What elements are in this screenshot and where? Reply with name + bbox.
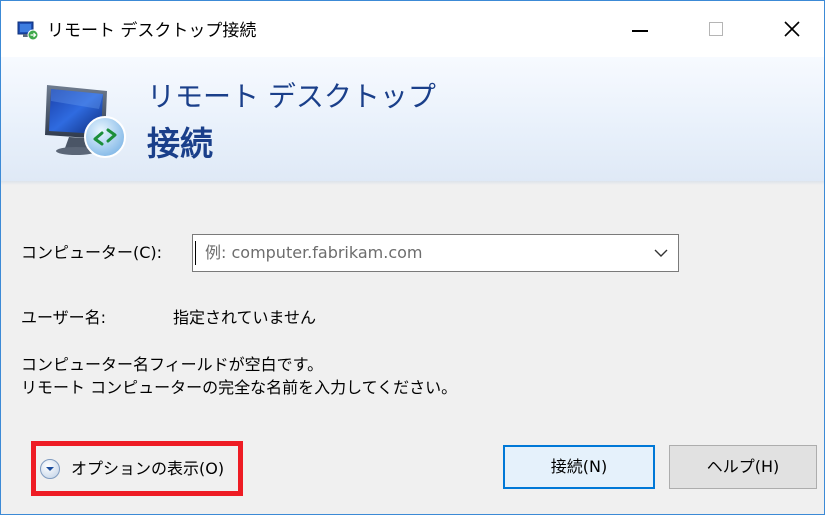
remote-desktop-icon	[17, 21, 39, 41]
message-line2: リモート コンピューターの完全な名前を入力してください。	[21, 378, 458, 397]
dropdown-arrow-icon[interactable]	[654, 248, 668, 258]
show-options-label: オプションの表示(O)	[71, 459, 225, 478]
maximize-button[interactable]	[687, 1, 745, 57]
maximize-icon	[709, 22, 723, 36]
minimize-button[interactable]	[611, 1, 669, 57]
window-title: リモート デスクトップ接続	[47, 21, 257, 41]
banner-title-line1: リモート デスクトップ	[147, 80, 436, 113]
user-label: ユーザー名:	[21, 308, 107, 327]
remote-desktop-logo-icon	[45, 85, 126, 158]
show-options-toggle[interactable]: オプションの表示(O)	[39, 453, 224, 485]
computer-placeholder: 例: computer.fabrikam.com	[205, 243, 423, 262]
computer-label: コンピューター(C):	[21, 243, 163, 262]
text-caret	[195, 241, 196, 265]
remote-desktop-window: リモート デスクトップ接続 リモート デスクトップ 接続 コンピューター(C):…	[0, 0, 825, 515]
minimize-icon	[632, 30, 648, 32]
banner-divider	[1, 181, 824, 185]
banner-title-line2: 接続	[147, 124, 213, 163]
close-icon	[784, 21, 800, 37]
connect-button[interactable]: 接続(N)	[503, 445, 655, 489]
computer-combobox[interactable]: 例: computer.fabrikam.com	[192, 234, 679, 272]
user-value: 指定されていません	[173, 308, 317, 327]
help-button[interactable]: ヘルプ(H)	[669, 445, 817, 489]
title-bar[interactable]: リモート デスクトップ接続	[1, 1, 824, 57]
expand-chevron-icon	[40, 459, 60, 479]
message-line1: コンピューター名フィールドが空白です。	[21, 355, 324, 374]
close-button[interactable]	[763, 1, 821, 57]
